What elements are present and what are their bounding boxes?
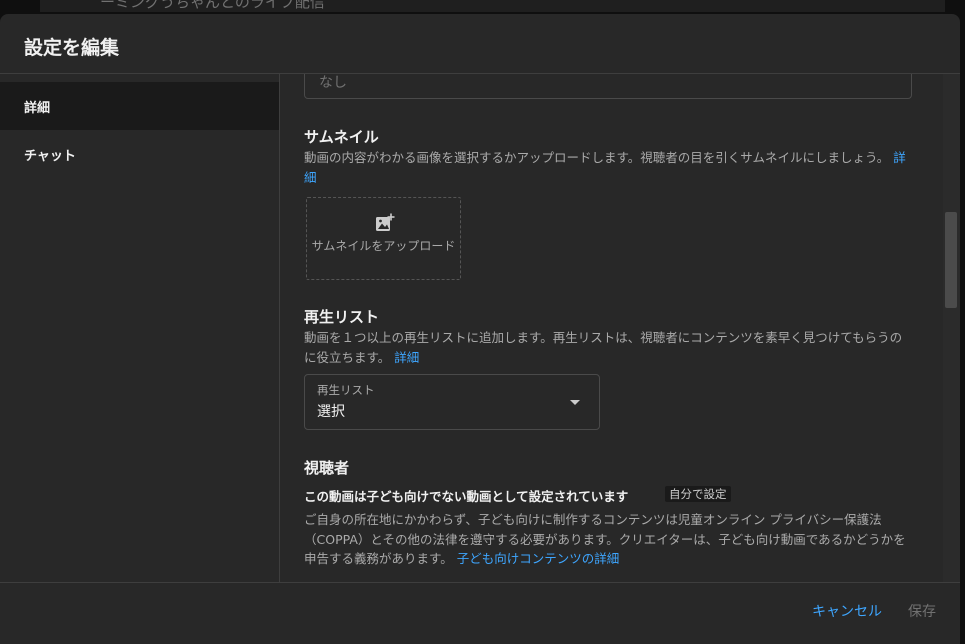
- playlist-select-value: 選択: [317, 404, 345, 420]
- thumbnail-upload-button[interactable]: サムネイルをアップロード: [306, 197, 461, 280]
- playlist-heading: 再生リスト: [304, 308, 380, 326]
- add-photo-icon: [376, 213, 395, 231]
- dialog-title: 設定を編集: [24, 37, 120, 59]
- thumbnail-upload-label: サムネイルをアップロード: [311, 239, 456, 253]
- sidebar-item-chat[interactable]: チャット: [0, 130, 279, 178]
- content-scrollbar[interactable]: [943, 74, 960, 582]
- audience-setting-chip: 自分で設定: [665, 486, 731, 502]
- details-content: なし サムネイル 動画の内容がわかる画像を選択するかアップロードします。視聴者の…: [280, 74, 943, 582]
- thumbnail-description-text: 動画の内容がわかる画像を選択するかアップロードします。視聴者の目を引くサムネイル…: [304, 150, 890, 165]
- playlist-learn-more-link[interactable]: 詳細: [394, 350, 419, 365]
- edit-settings-dialog: 設定を編集 詳細 チャット なし サムネイル 動画の内容がわかる画像を選択するか…: [0, 14, 960, 644]
- sidebar-item-label: チャット: [24, 149, 76, 164]
- audience-heading: 視聴者: [304, 459, 350, 477]
- dialog-footer: キャンセル 保存: [0, 582, 960, 644]
- caret-down-icon: [570, 400, 580, 405]
- save-button[interactable]: 保存: [908, 601, 936, 621]
- audience-status: この動画は子ども向けでない動画として設定されています: [304, 489, 629, 504]
- dialog-sidebar: 詳細 チャット: [0, 74, 280, 582]
- sidebar-item-details[interactable]: 詳細: [0, 82, 279, 130]
- content-scrollbar-thumb[interactable]: [945, 212, 957, 308]
- background-title-bar: ーミングうちゃんとのライブ配信: [40, 0, 945, 12]
- previous-field[interactable]: なし: [304, 74, 912, 99]
- kids-content-learn-more-link[interactable]: 子ども向けコンテンツの詳細: [457, 551, 620, 566]
- previous-field-placeholder: なし: [319, 75, 347, 91]
- playlist-description: 動画を１つ以上の再生リストに追加します。再生リストは、視聴者にコンテンツを素早く…: [304, 328, 910, 367]
- dialog-header: 設定を編集: [0, 14, 960, 74]
- cancel-button[interactable]: キャンセル: [812, 601, 882, 621]
- thumbnail-heading: サムネイル: [304, 128, 379, 146]
- thumbnail-description: 動画の内容がわかる画像を選択するかアップロードします。視聴者の目を引くサムネイル…: [304, 148, 910, 187]
- background-page: ーミングうちゃんとのライブ配信: [0, 0, 965, 14]
- sidebar-item-label: 詳細: [24, 101, 51, 116]
- playlist-select-label: 再生リスト: [317, 383, 375, 397]
- playlist-select[interactable]: 再生リスト 選択: [304, 374, 600, 430]
- background-title: ーミングうちゃんとのライブ配信: [100, 0, 325, 11]
- audience-description: ご自身の所在地にかかわらず、子ども向けに制作するコンテンツは児童オンライン プラ…: [304, 510, 910, 569]
